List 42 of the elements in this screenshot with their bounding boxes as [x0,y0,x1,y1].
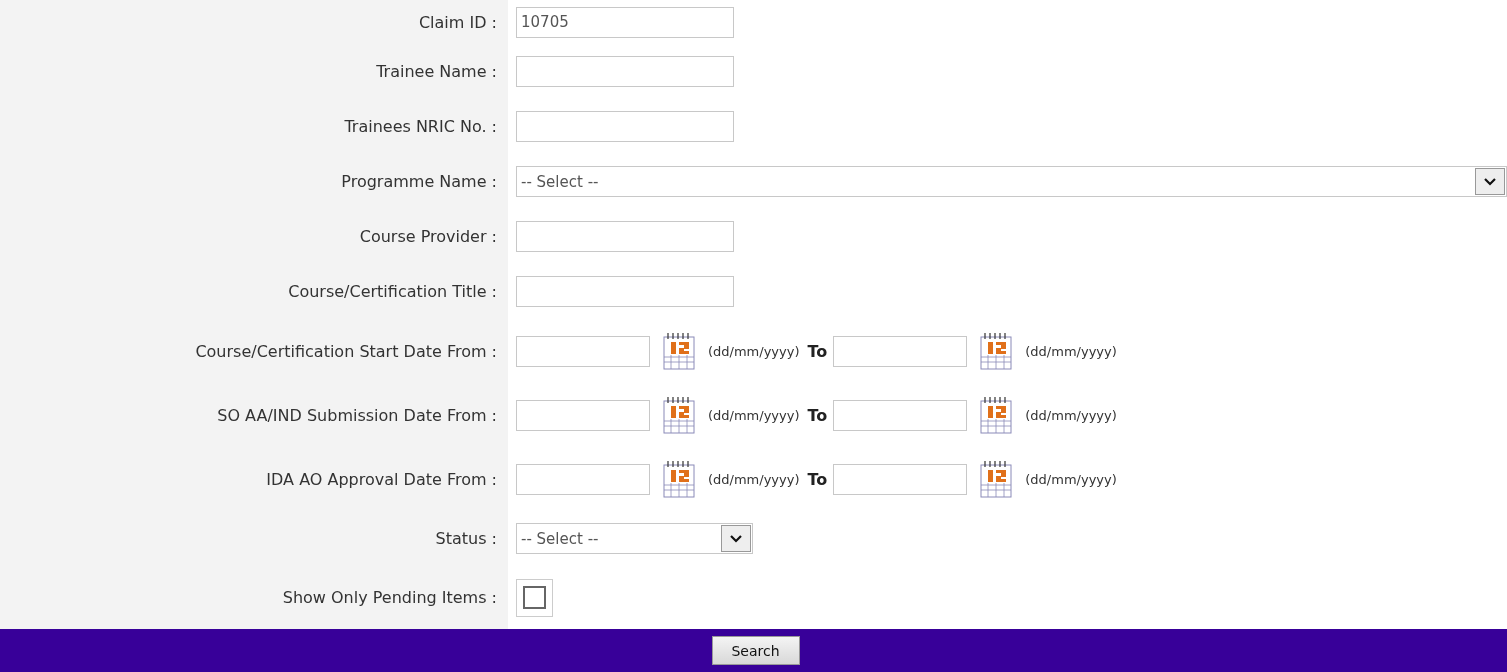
field-label: Status : [435,529,497,548]
to-label: To [807,405,828,425]
field-label: SO AA/IND Submission Date From : [217,405,497,425]
dropdown-arrow-button[interactable] [721,525,751,552]
date-format-hint: (dd/mm/yyyy) [1025,471,1117,487]
date-field[interactable] [516,335,650,367]
dropdown[interactable]: -- Select -- [516,523,753,554]
caret-icon [729,533,743,544]
caret-icon [1483,176,1497,187]
dropdown-arrow-button[interactable] [1475,168,1505,195]
to-label: To [807,469,828,489]
field-label: Claim ID : [418,12,497,32]
field-label: Course/Certification Title : [288,282,497,301]
text-field[interactable] [516,276,734,307]
date-field[interactable] [833,399,968,431]
field-label: IDA AO Approval Date From : [266,469,497,489]
field-label: Trainee Name : [376,62,497,81]
date-field[interactable] [833,335,968,367]
field-label: Course Provider : [359,227,497,246]
checkbox[interactable] [523,586,546,609]
date-format-hint: (dd/mm/yyyy) [708,407,800,423]
text-field[interactable] [516,111,734,142]
calendar-icon[interactable] [662,395,698,435]
search-button[interactable]: Search [711,636,800,665]
date-format-hint: (dd/mm/yyyy) [708,471,800,487]
date-field[interactable] [516,463,650,495]
date-format-hint: (dd/mm/yyyy) [708,343,800,359]
calendar-icon[interactable] [662,331,698,371]
text-field[interactable] [516,221,734,252]
field-label: Course/Certification Start Date From : [195,341,497,361]
text-field[interactable]: 10705 [516,6,734,38]
field-label: Programme Name : [341,172,497,191]
field-label: Trainees NRIC No. : [344,117,497,136]
to-label: To [807,341,828,361]
date-field[interactable] [833,463,968,495]
calendar-icon[interactable] [662,459,698,499]
dropdown[interactable]: -- Select -- [516,166,1507,197]
date-format-hint: (dd/mm/yyyy) [1025,343,1117,359]
field-label: Show Only Pending Items : [282,588,497,607]
text-field[interactable] [516,56,734,87]
date-field[interactable] [516,399,650,431]
date-format-hint: (dd/mm/yyyy) [1025,407,1117,423]
